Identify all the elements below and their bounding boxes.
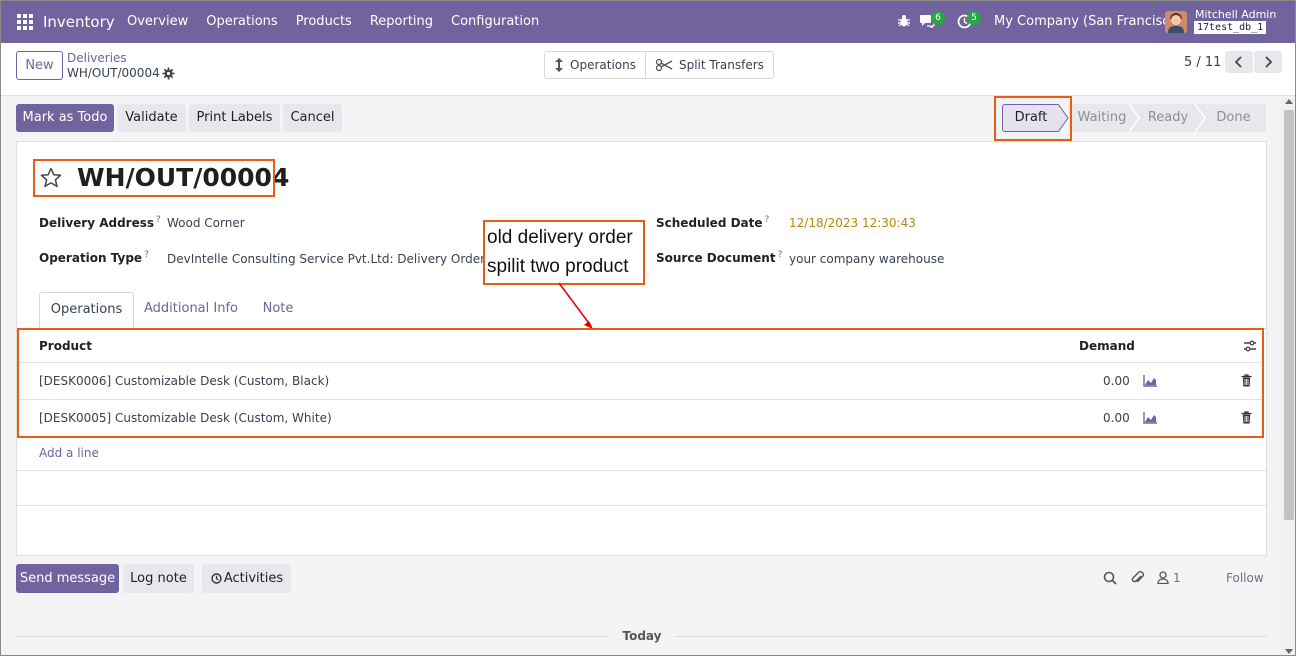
top-navbar: Inventory Overview Operations Products R…	[1, 1, 1295, 43]
operations-button[interactable]: Operations	[545, 52, 645, 78]
menu-item-configuration[interactable]: Configuration	[451, 14, 539, 29]
app-window: Inventory Overview Operations Products R…	[0, 0, 1296, 656]
table-row[interactable]: [DESK0006] Customizable Desk (Custom, Bl…	[19, 363, 1262, 400]
pager-next-button[interactable]	[1254, 51, 1282, 73]
empty-row	[17, 470, 1266, 505]
chevron-left-icon	[1235, 56, 1242, 68]
source-document-value[interactable]: your company warehouse	[789, 252, 944, 266]
menu-item-overview[interactable]: Overview	[127, 14, 188, 29]
table-row[interactable]: [DESK0005] Customizable Desk (Custom, Wh…	[19, 400, 1262, 437]
mark-as-todo-button[interactable]: Mark as Todo	[16, 104, 114, 132]
print-labels-button[interactable]: Print Labels	[189, 104, 280, 132]
tab-operations[interactable]: Operations	[39, 292, 134, 329]
follow-button[interactable]: Follow	[1226, 571, 1264, 585]
activities-button[interactable]: Activities	[202, 564, 291, 593]
split-transfers-button[interactable]: Split Transfers	[644, 52, 773, 78]
forecast-chart-icon[interactable]	[1143, 375, 1157, 387]
pager-value[interactable]: 5 / 11	[1184, 55, 1221, 70]
activities-label: Activities	[223, 571, 284, 586]
stage-done[interactable]: Done	[1201, 104, 1266, 132]
cancel-button[interactable]: Cancel	[283, 104, 342, 132]
scroll-thumb[interactable]	[1284, 110, 1294, 520]
column-demand[interactable]: Demand	[1079, 339, 1135, 353]
product-cell[interactable]: [DESK0005] Customizable Desk (Custom, Wh…	[39, 411, 332, 425]
trash-icon[interactable]	[1241, 411, 1252, 424]
control-panel: New Deliveries WH/OUT/00004 Operations S…	[1, 43, 1295, 96]
optional-columns-icon[interactable]	[1243, 339, 1257, 353]
activities-badge: 5	[967, 11, 981, 25]
annotation-callout: old delivery order spilit two product	[483, 220, 645, 285]
log-note-button[interactable]: Log note	[123, 564, 194, 593]
delivery-address-value[interactable]: Wood Corner	[167, 216, 245, 230]
pager-previous-button[interactable]	[1225, 51, 1253, 73]
demand-cell[interactable]: 0.00	[1103, 411, 1130, 425]
main-menu: Overview Operations Products Reporting C…	[127, 14, 557, 29]
new-button[interactable]: New	[16, 51, 63, 80]
menu-item-operations[interactable]: Operations	[206, 14, 277, 29]
scissors-icon	[655, 58, 673, 72]
page-scrollbar[interactable]	[1281, 96, 1295, 655]
tab-note[interactable]: Note	[251, 292, 305, 329]
scroll-down-arrow[interactable]	[1285, 649, 1293, 654]
source-document-label: Source Document?	[656, 250, 783, 265]
stage-ready[interactable]: Ready	[1135, 104, 1201, 132]
user-avatar[interactable]	[1165, 11, 1187, 33]
app-name[interactable]: Inventory	[43, 13, 115, 31]
annotation-arrow	[558, 282, 593, 329]
operation-type-value[interactable]: DevIntelle Consulting Service Pvt.Ltd: D…	[167, 252, 491, 266]
delivery-address-label: Delivery Address?	[39, 215, 161, 230]
stage-separator	[1195, 104, 1206, 132]
user-icon[interactable]	[1157, 571, 1169, 584]
forecast-chart-icon[interactable]	[1143, 412, 1157, 424]
breadcrumb-current: WH/OUT/00004	[67, 66, 160, 80]
operation-type-label: Operation Type?	[39, 250, 149, 265]
smart-actions: Operations Split Transfers	[544, 51, 774, 79]
apps-menu-icon[interactable]	[17, 14, 33, 30]
split-transfers-label: Split Transfers	[678, 58, 764, 72]
messages-badge: 6	[931, 11, 945, 25]
breadcrumb-deliveries[interactable]: Deliveries	[67, 51, 127, 65]
validate-button[interactable]: Validate	[117, 104, 186, 132]
gear-icon[interactable]	[162, 67, 175, 80]
product-cell[interactable]: [DESK0006] Customizable Desk (Custom, Bl…	[39, 374, 329, 388]
operations-label: Operations	[570, 58, 636, 72]
stage-arrow	[1058, 104, 1069, 132]
company-switcher[interactable]: My Company (San Francisco)	[994, 14, 1182, 29]
debug-bug-icon[interactable]	[897, 14, 911, 28]
clock-icon	[211, 573, 222, 584]
annotation-line-1: old delivery order	[487, 227, 633, 248]
star-icon[interactable]	[39, 166, 63, 190]
table-header: Product Demand	[19, 331, 1262, 363]
scroll-up-arrow[interactable]	[1285, 99, 1293, 104]
record-title: WH/OUT/00004	[77, 163, 290, 192]
user-name[interactable]: Mitchell Admin	[1195, 8, 1276, 21]
column-product[interactable]: Product	[39, 339, 92, 353]
stage-waiting[interactable]: Waiting	[1069, 104, 1135, 132]
stage-draft[interactable]: Draft	[1002, 104, 1060, 132]
scheduled-date-label: Scheduled Date?	[656, 215, 770, 230]
menu-item-reporting[interactable]: Reporting	[370, 14, 433, 29]
demand-cell[interactable]: 0.00	[1103, 374, 1130, 388]
send-message-button[interactable]: Send message	[16, 564, 119, 593]
menu-item-products[interactable]: Products	[296, 14, 352, 29]
search-icon[interactable]	[1103, 571, 1117, 585]
up-down-arrows-icon	[555, 58, 563, 72]
tab-additional-info[interactable]: Additional Info	[139, 292, 243, 329]
empty-row	[17, 505, 1266, 540]
followers-count[interactable]: 1	[1173, 571, 1181, 585]
database-name: 17test_db_1	[1194, 21, 1267, 34]
paperclip-icon[interactable]	[1131, 570, 1145, 586]
annotation-line-2: spilit two product	[487, 256, 629, 277]
scheduled-date-value[interactable]: 12/18/2023 12:30:43	[789, 216, 916, 230]
trash-icon[interactable]	[1241, 374, 1252, 387]
chevron-right-icon	[1265, 56, 1272, 68]
stage-separator	[1129, 104, 1140, 132]
add-a-line-link[interactable]: Add a line	[39, 446, 99, 460]
today-label: Today	[609, 629, 675, 643]
